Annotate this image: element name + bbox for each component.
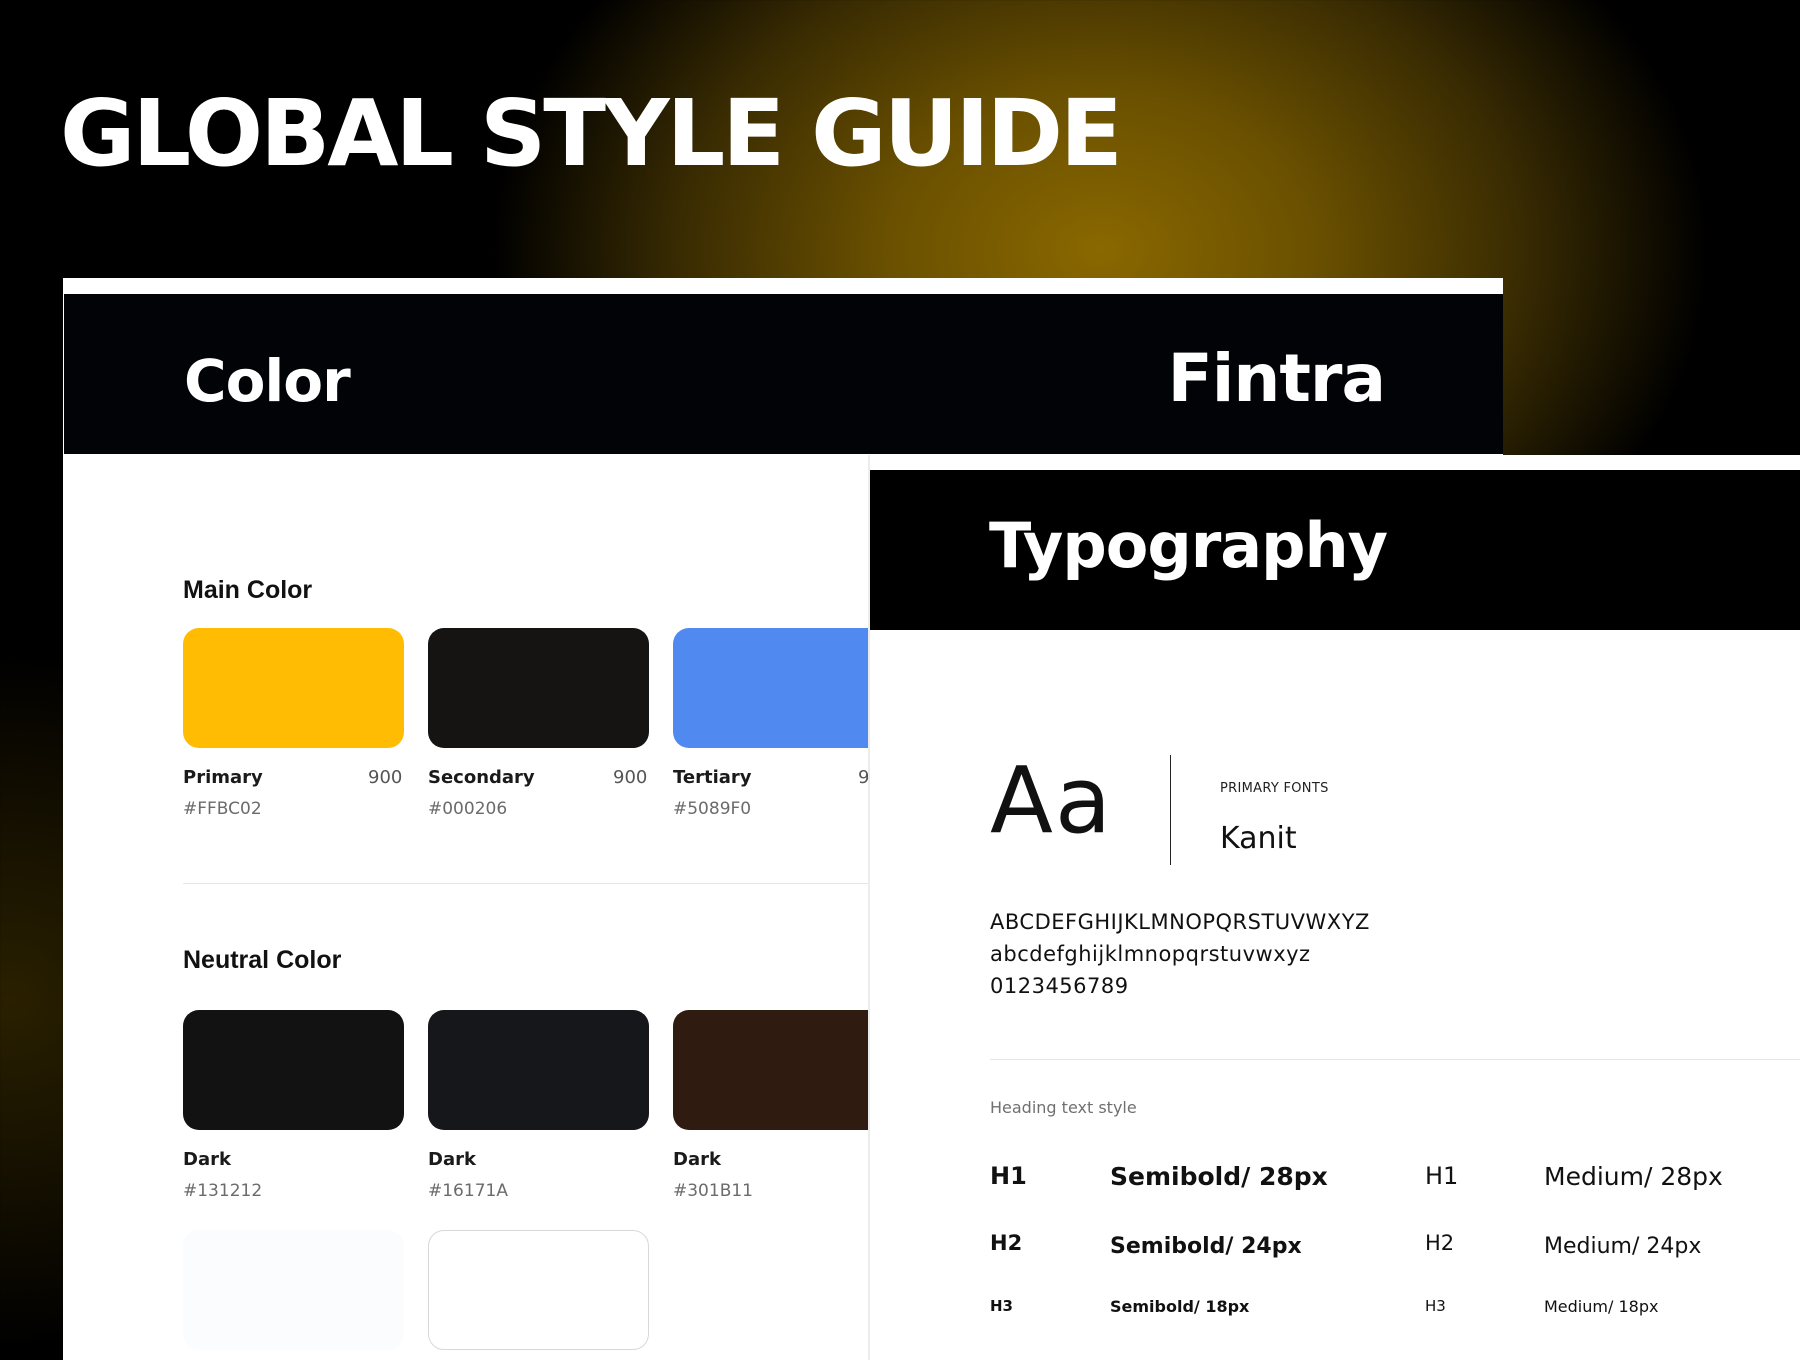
typography-title: Typography <box>989 509 1388 582</box>
main-color-title: Main Color <box>183 576 313 604</box>
swatch-name-secondary: Secondary <box>428 767 535 788</box>
typography-header: Typography <box>870 470 1800 630</box>
swatch-hex-primary: #FFBC02 <box>183 799 262 819</box>
color-header: Color Fintra <box>64 294 1503 454</box>
swatch-secondary[interactable] <box>428 628 649 748</box>
swatch-hex-tertiary: #5089F0 <box>673 799 752 819</box>
swatch-primary[interactable] <box>183 628 404 748</box>
swatch-hex-secondary: #000206 <box>428 799 508 819</box>
swatch-dark-3[interactable] <box>673 1010 894 1130</box>
h1-semibold-spec: Semibold/ 28px <box>1110 1162 1328 1191</box>
swatch-hex-dark-2: #16171A <box>428 1181 508 1201</box>
primary-fonts-label: PRIMARY FONTS <box>1220 781 1329 796</box>
swatch-dark-2[interactable] <box>428 1010 649 1130</box>
font-sample: Aa <box>990 747 1114 854</box>
page-title: GLOBAL STYLE GUIDE <box>60 80 1123 187</box>
typography-card: Typography Aa PRIMARY FONTS Kanit ABCDEF… <box>870 455 1800 1360</box>
h1-medium-spec: Medium/ 28px <box>1544 1162 1723 1191</box>
swatch-shade-primary: 900 <box>368 767 403 788</box>
heading-caption: Heading text style <box>990 1098 1137 1117</box>
digit-glyphs: 0123456789 <box>990 974 1129 998</box>
brand-name: Fintra <box>1167 340 1386 417</box>
neutral-color-title: Neutral Color <box>183 946 342 974</box>
h2-tag-medium: H2 <box>1425 1231 1455 1255</box>
swatch-name-dark-1: Dark <box>183 1149 231 1170</box>
swatch-hex-dark-3: #301B11 <box>673 1181 753 1201</box>
swatch-shade-secondary: 900 <box>613 767 648 788</box>
swatch-light-1[interactable] <box>183 1230 404 1350</box>
font-divider <box>1170 755 1171 865</box>
h3-tag-semibold: H3 <box>990 1297 1013 1315</box>
typography-divider <box>990 1059 1800 1060</box>
lowercase-glyphs: abcdefghijklmnopqrstuvwxyz <box>990 942 1311 966</box>
swatch-shade-tertiary: 9 <box>858 767 870 788</box>
swatch-tertiary[interactable] <box>673 628 894 748</box>
h3-medium-spec: Medium/ 18px <box>1544 1297 1659 1316</box>
uppercase-glyphs: ABCDEFGHIJKLMNOPQRSTUVWXYZ <box>990 910 1370 934</box>
swatch-hex-dark-1: #131212 <box>183 1181 263 1201</box>
h3-semibold-spec: Semibold/ 18px <box>1110 1297 1250 1316</box>
swatch-name-primary: Primary <box>183 767 263 788</box>
h1-tag-semibold: H1 <box>990 1162 1027 1190</box>
swatch-name-dark-2: Dark <box>428 1149 476 1170</box>
h2-semibold-spec: Semibold/ 24px <box>1110 1234 1302 1259</box>
font-name: Kanit <box>1220 821 1297 856</box>
h3-tag-medium: H3 <box>1425 1297 1446 1315</box>
h2-tag-semibold: H2 <box>990 1231 1023 1255</box>
swatch-dark-1[interactable] <box>183 1010 404 1130</box>
h2-medium-spec: Medium/ 24px <box>1544 1234 1702 1259</box>
swatch-light-2[interactable] <box>428 1230 649 1350</box>
color-title: Color <box>184 347 351 415</box>
h1-tag-medium: H1 <box>1425 1162 1459 1190</box>
swatch-name-tertiary: Tertiary <box>673 767 752 788</box>
swatch-name-dark-3: Dark <box>673 1149 721 1170</box>
